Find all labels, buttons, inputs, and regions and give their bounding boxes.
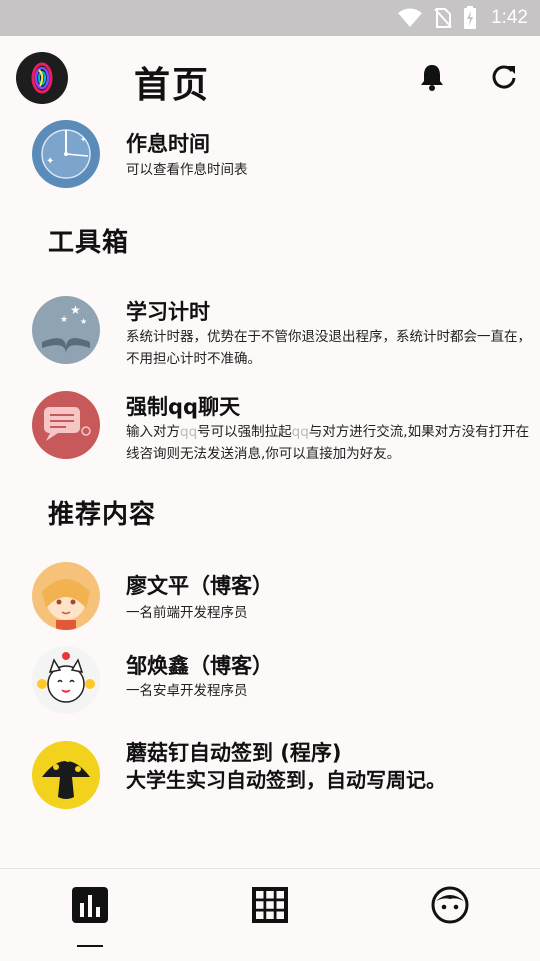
item-desc: 一名前端开发程序员 [126, 605, 248, 621]
page-title: 首页 [134, 65, 211, 106]
chat-image [32, 391, 100, 459]
item-desc: 大学生实习自动签到，自动写周记。 [126, 768, 446, 792]
desc-part: 输入对方 [126, 424, 180, 440]
avatar [32, 646, 100, 714]
section-title-recommend: 推荐内容 [48, 500, 157, 530]
item-desc: 可以查看作息时间表 [126, 162, 248, 178]
logo-icon [31, 62, 53, 94]
svg-text:★: ★ [80, 317, 87, 326]
wifi-icon [398, 8, 423, 27]
refresh-icon[interactable] [489, 62, 519, 92]
item-title: 廖文平（博客） [126, 574, 273, 598]
item-desc: 输入对方qq号可以强制拉起qq与对方进行交流,如果对方没有打开在线咨询则无法发送… [126, 421, 536, 465]
active-tab-indicator [77, 945, 103, 947]
bell-icon[interactable] [417, 62, 447, 92]
item-title: 邹焕鑫（博客） [126, 654, 273, 678]
item-title: 蘑菇钉自动签到 (程序) [126, 741, 342, 765]
app-header: 首页 [0, 36, 540, 122]
desc-qq: qq [180, 424, 198, 440]
section-title-tools: 工具箱 [48, 228, 130, 258]
svg-text:★: ★ [60, 315, 68, 325]
clock-image: ✦ ✦ [32, 120, 100, 188]
item-title: 学习计时 [126, 300, 210, 324]
item-desc: 一名安卓开发程序员 [126, 683, 248, 699]
svg-text:✦: ✦ [80, 135, 87, 144]
mushroom-image [32, 741, 100, 809]
status-bar: 1:42 [0, 0, 540, 36]
item-title: 强制qq聊天 [126, 395, 241, 419]
avatar [32, 562, 100, 630]
book-image: ★ ★ ★ [32, 296, 100, 364]
bottom-navigation [0, 868, 540, 961]
desc-part: 号可以强制拉起 [197, 424, 292, 440]
svg-text:✦: ✦ [46, 156, 54, 167]
item-title: 作息时间 [126, 132, 210, 156]
bar-chart-icon[interactable] [70, 885, 110, 925]
grid-icon[interactable] [250, 885, 290, 925]
face-icon[interactable] [430, 885, 470, 925]
status-time: 1:42 [491, 7, 528, 28]
item-desc: 系统计时器，优势在于不管你退没退出程序，系统计时都会一直在，不用担心计时不准确。 [126, 329, 531, 367]
desc-qq: qq [291, 424, 309, 440]
battery-charging-icon [464, 6, 477, 29]
svg-text:★: ★ [70, 303, 81, 317]
user-avatar[interactable] [16, 52, 68, 104]
no-sim-icon [434, 8, 452, 28]
